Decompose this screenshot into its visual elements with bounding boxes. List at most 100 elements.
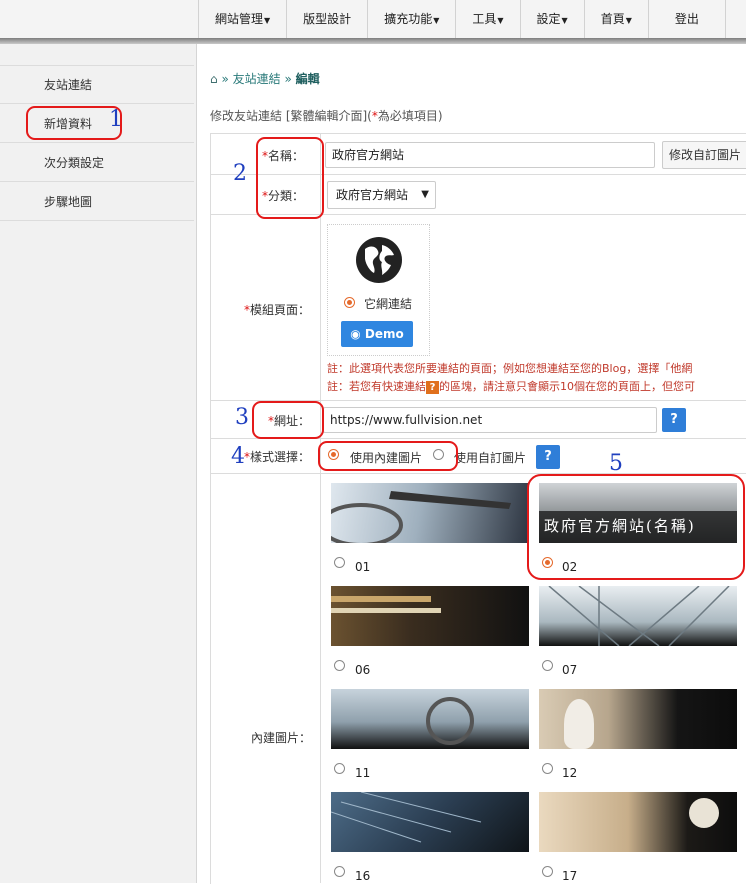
caret-down-icon: ▼ <box>625 16 632 25</box>
category-select[interactable]: 政府官方網站 ▼ <box>327 181 436 209</box>
caret-down-icon: ▼ <box>497 16 504 25</box>
breadcrumb-separator: » <box>221 72 229 86</box>
image-radio-17[interactable] <box>542 866 553 877</box>
book-graphic <box>331 596 431 602</box>
menu-home[interactable]: 首頁▼ <box>583 0 648 38</box>
style-help-button[interactable]: ? <box>536 445 560 469</box>
annotation-number-2: 2 <box>233 161 247 186</box>
name-input[interactable]: 政府官方網站 <box>325 142 655 168</box>
top-navigation-bar: 網站管理▼ 版型設計 擴充功能▼ 工具▼ 設定▼ 首頁▼ 登出 <box>0 0 746 39</box>
edit-custom-image-button[interactable]: 修改自訂圖片 <box>662 141 746 169</box>
quick-link-note: 註：若您有快速連結? 的區塊，請注意只會顯示10個在您的頁面上，但您可 <box>327 378 695 394</box>
form-column-divider <box>320 133 321 883</box>
menu-label: 首頁 <box>600 12 625 26</box>
caret-down-icon: ▼ <box>433 16 440 25</box>
breadcrumb-current: 編輯 <box>295 72 320 86</box>
main-menu: 網站管理▼ 版型設計 擴充功能▼ 工具▼ 設定▼ 首頁▼ 登出 <box>198 0 726 38</box>
annotation-number-5: 5 <box>609 451 623 476</box>
banner-thumb-12[interactable] <box>539 689 737 749</box>
vase-graphic <box>564 699 594 749</box>
image-radio-11[interactable] <box>334 763 345 774</box>
module-option-label: 它網連結 <box>364 297 413 311</box>
sidebar-item-label: 步驟地圖 <box>44 195 93 209</box>
module-radio-other-site[interactable] <box>344 297 355 308</box>
image-label-07: 07 <box>562 663 578 677</box>
sidebar-item-step-map[interactable]: 步驟地圖 <box>0 183 194 221</box>
globe-graphic <box>365 245 394 275</box>
menu-label: 登出 <box>674 12 699 26</box>
image-label-01: 01 <box>355 560 371 574</box>
url-input[interactable]: https://www.fullvision.net <box>323 407 657 433</box>
banner-thumb-01[interactable] <box>331 483 529 543</box>
style-label-text: 樣式選擇： <box>250 450 311 464</box>
image-radio-16[interactable] <box>334 866 345 877</box>
dropdown-arrow-icon: ▼ <box>421 189 429 200</box>
banner-thumb-17[interactable] <box>539 792 737 852</box>
menu-label: 設定 <box>536 12 561 26</box>
sidebar: 友站連結 新增資料 次分類設定 步驟地圖 <box>0 44 197 883</box>
menu-template-design[interactable]: 版型設計 <box>286 0 367 38</box>
builtin-images-label: 內建圖片： <box>251 731 312 745</box>
menu-tools[interactable]: 工具▼ <box>455 0 519 38</box>
demo-button[interactable]: ◉ Demo <box>341 321 413 347</box>
banner-thumb-16[interactable] <box>331 792 529 852</box>
paper-lines-graphic <box>331 792 482 843</box>
note-text: 註：若您有快速連結 <box>327 380 426 393</box>
eye-icon: ◉ <box>350 327 361 341</box>
caret-down-icon: ▼ <box>264 16 271 25</box>
breadcrumb-link-friend-links[interactable]: 友站連結 <box>233 72 281 86</box>
module-note: 註：此選項代表您所要連結的頁面；例如您想連結至您的Blog，選擇「他網 <box>327 362 693 375</box>
image-label-17: 17 <box>562 869 578 883</box>
module-label: *模組頁面： <box>244 301 310 318</box>
glass-lines-graphic <box>548 586 730 646</box>
form-title-text: 修改友站連結 [繁體編輯介面]( <box>210 109 372 123</box>
style-custom-label: 使用自訂圖片 <box>454 451 527 465</box>
menu-label: 擴充功能 <box>384 12 433 26</box>
image-label-16: 16 <box>355 869 371 883</box>
breadcrumb-separator: » <box>284 72 292 86</box>
note-text: 的區塊，請注意只會顯示10個在您的頁面上，但您可 <box>439 380 695 393</box>
style-label: *樣式選擇： <box>244 448 310 465</box>
sidebar-item-label: 次分類設定 <box>44 156 105 170</box>
question-icon: ? <box>426 380 439 394</box>
image-label-12: 12 <box>562 766 578 780</box>
sidebar-item-friend-links[interactable]: 友站連結 <box>0 66 194 104</box>
url-help-button[interactable]: ? <box>662 408 686 432</box>
sidebar-item-label: 友站連結 <box>44 78 93 92</box>
form-title: 修改友站連結 [繁體編輯介面](*為必填項目) <box>210 107 443 124</box>
pen-graphic <box>331 491 511 543</box>
sidebar-item-subcategory[interactable]: 次分類設定 <box>0 144 194 182</box>
annotation-box-1 <box>26 106 122 140</box>
menu-label: 工具 <box>472 12 497 26</box>
banner-thumb-11[interactable] <box>331 689 529 749</box>
lens-graphic <box>426 697 474 745</box>
module-label-text: 模組頁面： <box>250 303 311 317</box>
shell-graphic <box>689 798 719 828</box>
category-selected-value: 政府官方網站 <box>336 188 409 202</box>
menu-label: 版型設計 <box>303 12 352 26</box>
globe-icon <box>356 237 402 283</box>
menu-settings[interactable]: 設定▼ <box>519 0 584 38</box>
banner-thumb-07[interactable] <box>539 586 737 646</box>
demo-button-label: Demo <box>364 327 404 341</box>
menu-label: 網站管理 <box>215 12 264 26</box>
form-title-text: 為必填項目) <box>377 109 443 123</box>
caret-down-icon: ▼ <box>561 16 568 25</box>
menu-extensions[interactable]: 擴充功能▼ <box>367 0 455 38</box>
image-label-06: 06 <box>355 663 371 677</box>
breadcrumb: ⌂ » 友站連結 » 編輯 <box>210 70 320 87</box>
annotation-number-3: 3 <box>235 405 249 430</box>
image-radio-12[interactable] <box>542 763 553 774</box>
menu-site-management[interactable]: 網站管理▼ <box>198 0 286 38</box>
banner-thumb-06[interactable] <box>331 586 529 646</box>
book-graphic <box>331 608 441 613</box>
image-radio-07[interactable] <box>542 660 553 671</box>
image-radio-01[interactable] <box>334 557 345 568</box>
annotation-number-1: 1 <box>109 107 123 132</box>
home-icon[interactable]: ⌂ <box>210 72 218 86</box>
annotation-box-4 <box>318 441 458 471</box>
annotation-box-3 <box>252 401 324 439</box>
annotation-box-2 <box>256 137 324 219</box>
image-radio-06[interactable] <box>334 660 345 671</box>
menu-logout[interactable]: 登出 <box>647 0 726 38</box>
